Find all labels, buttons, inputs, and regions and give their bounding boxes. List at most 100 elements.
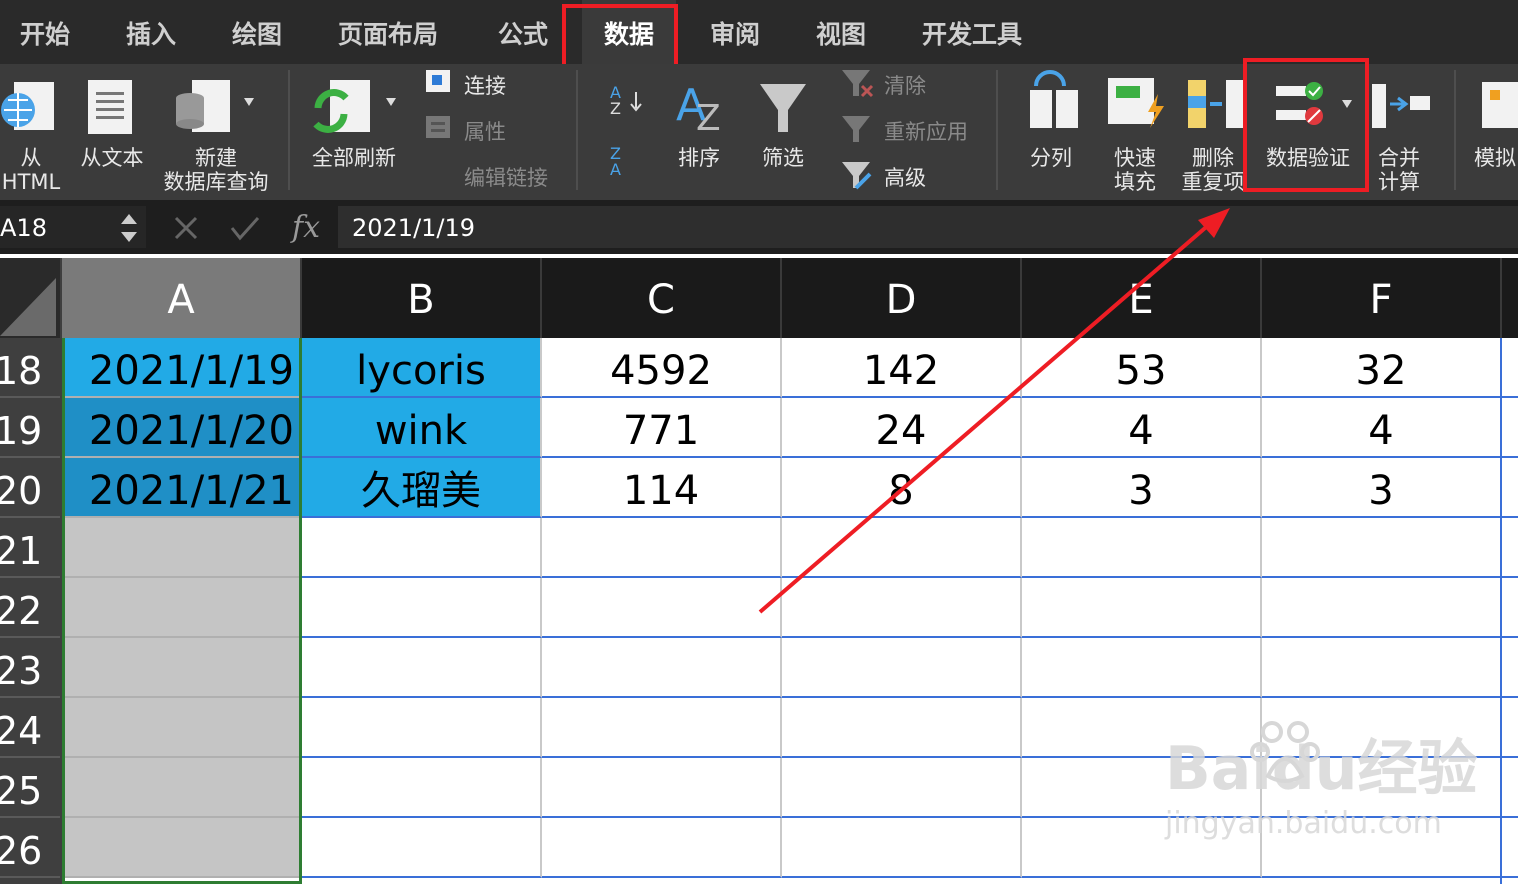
row-header[interactable]: 24 (0, 698, 60, 758)
cell-d18[interactable]: 142 (782, 338, 1022, 398)
cell-g25[interactable] (1502, 758, 1518, 818)
filter-button[interactable]: 筛选 (754, 146, 812, 170)
cell-b26[interactable] (302, 818, 542, 878)
cell-c18[interactable]: 4592 (542, 338, 782, 398)
cell-e22[interactable] (1022, 578, 1262, 638)
cell-d25[interactable] (782, 758, 1022, 818)
tab-home[interactable]: 开始 (20, 0, 70, 64)
svg-text:Z: Z (610, 99, 621, 118)
cell-c26[interactable] (542, 818, 782, 878)
consolidate-button[interactable]: 合并 计算 (1372, 146, 1426, 194)
cell-b19[interactable]: wink (302, 398, 542, 458)
tab-insert[interactable]: 插入 (126, 0, 176, 64)
formula-input[interactable]: 2021/1/19 (338, 206, 1518, 248)
column-header-d[interactable]: D (782, 258, 1022, 338)
reapply-button[interactable]: 重新应用 (884, 116, 968, 146)
cell-e21[interactable] (1022, 518, 1262, 578)
cell-g22[interactable] (1502, 578, 1518, 638)
cell-d26[interactable] (782, 818, 1022, 878)
cell-b25[interactable] (302, 758, 542, 818)
column-header-f[interactable]: F (1262, 258, 1502, 338)
sort-button[interactable]: 排序 (670, 146, 728, 170)
cell-b18[interactable]: lycoris (302, 338, 542, 398)
cell-b24[interactable] (302, 698, 542, 758)
consolidate-label-2: 计算 (1378, 170, 1420, 194)
cell-g20[interactable] (1502, 458, 1518, 518)
cell-c21[interactable] (542, 518, 782, 578)
from-text-button[interactable]: 从文本 (76, 146, 148, 170)
tab-developer[interactable]: 开发工具 (922, 0, 1022, 64)
column-header-g[interactable] (1502, 258, 1518, 338)
cell-g23[interactable] (1502, 638, 1518, 698)
from-html-button[interactable]: 从 HTML (0, 146, 62, 194)
cell-f22[interactable] (1262, 578, 1502, 638)
flash-fill-button[interactable]: 快速 填充 (1106, 146, 1164, 194)
cell-d21[interactable] (782, 518, 1022, 578)
new-database-query-button[interactable]: 新建 数据库查询 (158, 146, 274, 194)
tab-draw[interactable]: 绘图 (232, 0, 282, 64)
cell-g21[interactable] (1502, 518, 1518, 578)
cell-c19[interactable]: 771 (542, 398, 782, 458)
column-header-e[interactable]: E (1022, 258, 1262, 338)
sort-za-icon[interactable]: ZA (610, 146, 621, 178)
text-to-columns-button[interactable]: 分列 (1022, 146, 1080, 170)
cell-g19[interactable] (1502, 398, 1518, 458)
cell-f18[interactable]: 32 (1262, 338, 1502, 398)
advanced-filter-icon (842, 162, 872, 190)
select-all-corner[interactable] (0, 258, 60, 338)
cell-d20[interactable]: 8 (782, 458, 1022, 518)
cell-b20[interactable]: 久瑠美 (302, 458, 542, 518)
sort-az-icon: A Z (610, 83, 642, 118)
cell-d19[interactable]: 24 (782, 398, 1022, 458)
what-if-analysis-button[interactable]: 模拟 (1474, 146, 1518, 170)
properties-button[interactable]: 属性 (464, 116, 506, 146)
cell-e18[interactable]: 53 (1022, 338, 1262, 398)
row-header[interactable]: 26 (0, 818, 60, 878)
refresh-all-button[interactable]: 全部刷新 (306, 146, 402, 170)
clear-button[interactable]: 清除 (884, 70, 926, 100)
cell-e23[interactable] (1022, 638, 1262, 698)
cell-c24[interactable] (542, 698, 782, 758)
cell-d23[interactable] (782, 638, 1022, 698)
row-header[interactable]: 25 (0, 758, 60, 818)
tab-review[interactable]: 审阅 (710, 0, 760, 64)
cell-e20[interactable]: 3 (1022, 458, 1262, 518)
cell-b23[interactable] (302, 638, 542, 698)
column-header-c[interactable]: C (542, 258, 782, 338)
cell-f19[interactable]: 4 (1262, 398, 1502, 458)
edit-links-button[interactable]: 编辑链接 (464, 162, 548, 192)
remove-duplicates-button[interactable]: 删除 重复项 (1180, 146, 1246, 194)
cell-c23[interactable] (542, 638, 782, 698)
row-header[interactable]: 19 (0, 398, 60, 458)
cell-c20[interactable]: 114 (542, 458, 782, 518)
cell-g26[interactable] (1502, 818, 1518, 878)
tab-page-layout[interactable]: 页面布局 (338, 0, 438, 64)
cell-f21[interactable] (1262, 518, 1502, 578)
connections-button[interactable]: 连接 (464, 70, 506, 100)
row-header[interactable]: 20 (0, 458, 60, 518)
row-header[interactable]: 21 (0, 518, 60, 578)
tab-formulas[interactable]: 公式 (498, 0, 548, 64)
row-header[interactable]: 23 (0, 638, 60, 698)
cell-d24[interactable] (782, 698, 1022, 758)
cell-c25[interactable] (542, 758, 782, 818)
advanced-button[interactable]: 高级 (884, 162, 926, 192)
cell-f23[interactable] (1262, 638, 1502, 698)
filter-icon (760, 84, 806, 132)
fx-icon[interactable]: fx (292, 206, 320, 250)
cell-e19[interactable]: 4 (1022, 398, 1262, 458)
cell-d22[interactable] (782, 578, 1022, 638)
tab-view[interactable]: 视图 (816, 0, 866, 64)
cell-b22[interactable] (302, 578, 542, 638)
row-header[interactable]: 18 (0, 338, 60, 398)
cell-g18[interactable] (1502, 338, 1518, 398)
column-header-b[interactable]: B (302, 258, 542, 338)
cell-b21[interactable] (302, 518, 542, 578)
ribbon-tab-bar: 开始 插入 绘图 页面布局 公式 数据 审阅 视图 开发工具 (0, 0, 1518, 64)
cell-f20[interactable]: 3 (1262, 458, 1502, 518)
cell-g24[interactable] (1502, 698, 1518, 758)
row-header[interactable]: 22 (0, 578, 60, 638)
cell-c22[interactable] (542, 578, 782, 638)
column-header-a[interactable]: A (62, 258, 302, 338)
name-box-stepper-icon[interactable] (118, 206, 140, 248)
